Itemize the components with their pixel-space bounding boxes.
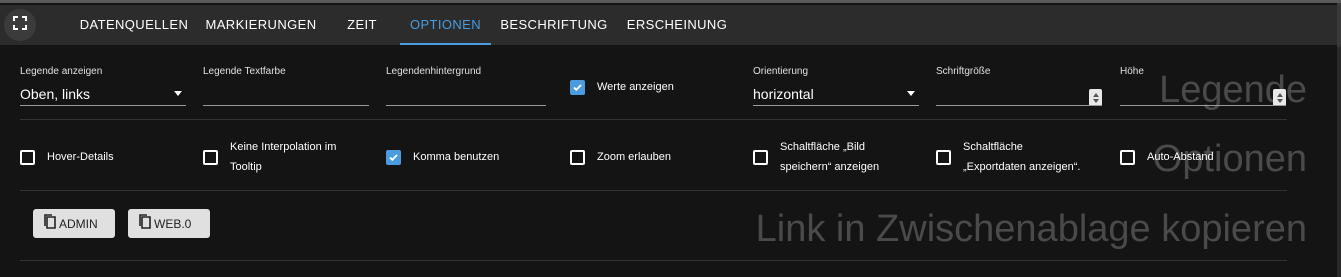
- section-divider: [20, 190, 1287, 191]
- option-label: Komma benutzen: [413, 151, 500, 163]
- copy-icon: [43, 214, 57, 233]
- option-allow-zoom[interactable]: Zoom erlauben: [570, 147, 671, 167]
- option-label: Keine Interpolation im Tooltip: [230, 141, 337, 173]
- option-use-comma[interactable]: Komma benutzen: [386, 147, 499, 167]
- checkbox-checked[interactable]: [386, 149, 401, 165]
- checkbox[interactable]: [1120, 149, 1135, 165]
- option-label: Hover-Details: [47, 151, 114, 163]
- option-label: Auto-Abstand: [1147, 151, 1214, 163]
- field-underline: [1120, 105, 1286, 106]
- font-size-field[interactable]: Schriftgröße: [936, 66, 1102, 116]
- button-label: WEB.0: [154, 216, 192, 231]
- tab-markierungen[interactable]: MARKIERUNGEN: [198, 5, 324, 45]
- orientation-label: Orientierung: [753, 66, 809, 77]
- copy-admin-link-button[interactable]: ADMIN: [33, 209, 115, 238]
- checkbox[interactable]: [20, 149, 35, 165]
- field-underline: [936, 105, 1102, 106]
- legend-background-label: Legendenhintergrund: [386, 66, 482, 77]
- option-label: Schaltfläche „Exportdaten anzeigen“.: [963, 141, 1081, 173]
- button-label: ADMIN: [59, 216, 98, 231]
- checkbox-checked[interactable]: [570, 79, 585, 95]
- option-export-data-button[interactable]: Schaltfläche „Exportdaten anzeigen“.: [936, 137, 1080, 177]
- tab-zeit[interactable]: ZEIT: [327, 5, 397, 45]
- legend-text-color-field[interactable]: Legende Textfarbe: [203, 66, 369, 116]
- chevron-down-icon: [907, 91, 915, 96]
- legend-select[interactable]: Legende anzeigen Oben, links: [20, 66, 186, 116]
- field-underline: [753, 105, 919, 106]
- legend-select-value: Oben, links: [20, 86, 91, 102]
- field-underline: [20, 105, 186, 106]
- window-top-border: [0, 0, 1341, 3]
- height-spinner[interactable]: [1273, 89, 1286, 106]
- legend-background-field[interactable]: Legendenhintergrund: [386, 66, 546, 116]
- checkbox[interactable]: [936, 149, 951, 165]
- spin-down-icon: [1092, 98, 1099, 103]
- tab-erscheinung[interactable]: ERSCHEINUNG: [617, 5, 737, 45]
- legend-select-label: Legende anzeigen: [20, 66, 103, 77]
- spin-down-icon: [1276, 98, 1283, 103]
- tab-optionen[interactable]: OPTIONEN: [400, 5, 491, 45]
- tab-datenquellen[interactable]: DATENQUELLEN: [72, 5, 196, 45]
- section-divider: [20, 260, 1287, 261]
- scrollbar-thumb[interactable]: [1337, 3, 1341, 47]
- check-icon: [389, 153, 398, 161]
- field-underline: [386, 105, 546, 106]
- spin-up-icon: [1276, 92, 1283, 97]
- option-label: Schaltfläche „Bild speichern“ anzeigen: [780, 141, 880, 173]
- legend-text-color-label: Legende Textfarbe: [203, 66, 286, 77]
- fullscreen-icon: [13, 15, 27, 35]
- checkbox[interactable]: [570, 149, 585, 165]
- show-values-checkbox[interactable]: Werte anzeigen: [570, 77, 674, 97]
- option-no-interpolation[interactable]: Keine Interpolation im Tooltip: [203, 137, 336, 177]
- tab-beschriftung[interactable]: BESCHRIFTUNG: [494, 5, 614, 45]
- orientation-value: horizontal: [753, 86, 814, 102]
- orientation-select[interactable]: Orientierung horizontal: [753, 66, 919, 116]
- height-field[interactable]: Höhe: [1120, 66, 1286, 116]
- check-icon: [573, 83, 582, 91]
- tab-bar: DATENQUELLEN MARKIERUNGEN ZEIT OPTIONEN …: [0, 5, 1337, 45]
- option-save-image-button[interactable]: Schaltfläche „Bild speichern“ anzeigen: [753, 137, 879, 177]
- option-hover-details[interactable]: Hover-Details: [20, 147, 114, 167]
- option-label: Zoom erlauben: [597, 151, 671, 163]
- font-size-spinner[interactable]: [1089, 89, 1102, 106]
- height-label: Höhe: [1120, 66, 1144, 77]
- show-values-label: Werte anzeigen: [597, 81, 674, 93]
- field-underline: [203, 105, 369, 106]
- checkbox[interactable]: [203, 149, 218, 165]
- scrollbar[interactable]: [1337, 3, 1341, 277]
- spin-up-icon: [1092, 92, 1099, 97]
- checkbox[interactable]: [753, 149, 768, 165]
- fullscreen-button[interactable]: [4, 9, 36, 41]
- copy-icon: [138, 214, 152, 233]
- font-size-label: Schriftgröße: [936, 66, 991, 77]
- option-auto-padding[interactable]: Auto-Abstand: [1120, 147, 1214, 167]
- section-label-link: Link in Zwischenablage kopieren: [755, 208, 1307, 250]
- chevron-down-icon: [174, 91, 182, 96]
- section-divider: [20, 119, 1287, 120]
- copy-web-link-button[interactable]: WEB.0: [128, 209, 210, 238]
